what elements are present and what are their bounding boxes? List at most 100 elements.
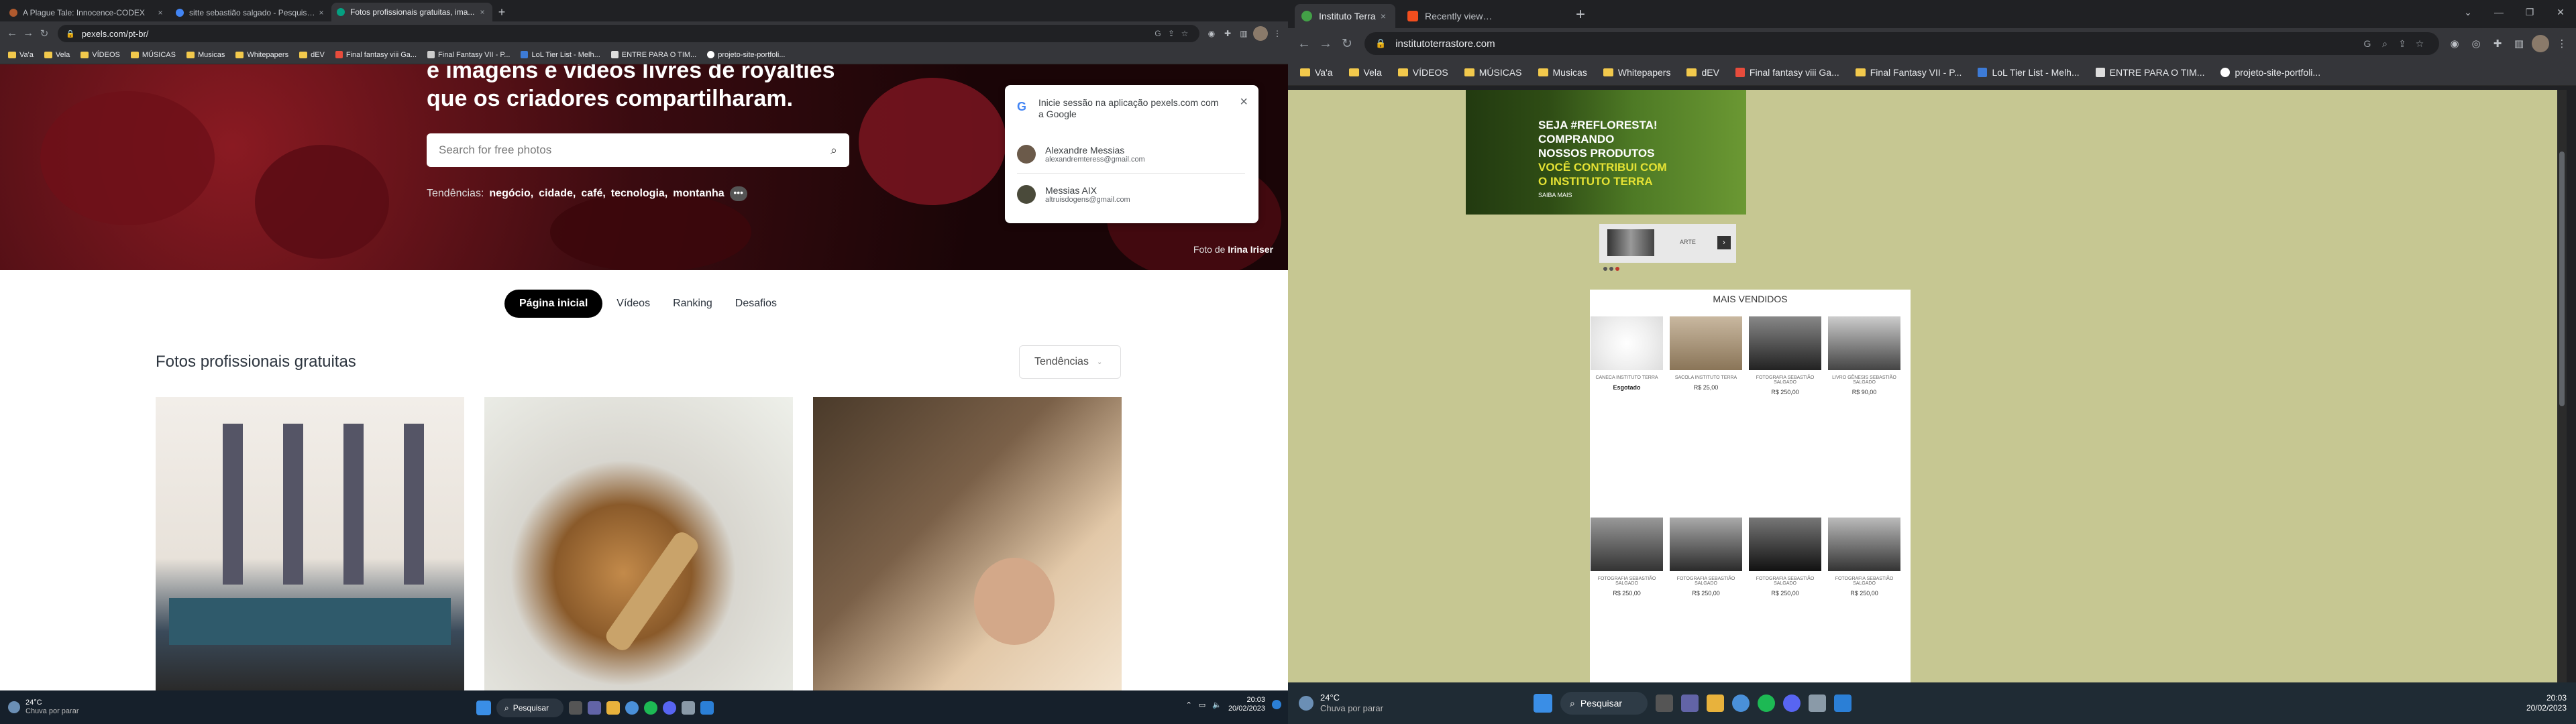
windows-start-icon[interactable]	[476, 701, 491, 715]
vscode-icon[interactable]	[1834, 695, 1851, 712]
back-icon[interactable]: ←	[4, 27, 20, 40]
product-card[interactable]: FOTOGRAFIA SEBASTIÃO SALGADO R$ 250,00	[1669, 518, 1743, 597]
back-icon[interactable]: ←	[1293, 36, 1315, 52]
lock-icon[interactable]: 🔒	[1375, 38, 1386, 49]
nav-videos[interactable]: Vídeos	[608, 290, 659, 318]
bookmark-item[interactable]: dEV	[1686, 67, 1719, 78]
nav-home[interactable]: Página inicial	[504, 290, 603, 318]
search-icon[interactable]: ⌕	[830, 143, 837, 158]
scrollbar-thumb[interactable]	[2559, 152, 2565, 406]
bookmark-item[interactable]: Vela	[1348, 67, 1382, 78]
reload-icon[interactable]: ↻	[1336, 36, 1358, 52]
search-bar[interactable]: ⌕	[427, 133, 849, 167]
spotify-icon[interactable]	[1758, 695, 1775, 712]
google-icon[interactable]: G	[2359, 38, 2376, 49]
bookmark-item[interactable]: Final fantasy viii Ga...	[1735, 67, 1839, 78]
product-card[interactable]: FOTOGRAFIA SEBASTIÃO SALGADO R$ 250,00	[1827, 518, 1901, 597]
product-card[interactable]: LIVRO GÊNESIS SEBASTIÃO SALGADO R$ 90,00	[1827, 316, 1901, 396]
saiba-mais-link[interactable]: SAIBA MAIS	[1538, 192, 1572, 198]
chrome-icon[interactable]	[1732, 695, 1750, 712]
bookmark-item[interactable]: projeto-site-portfoli...	[2220, 67, 2320, 78]
taskbar-search[interactable]: ⌕ Pesquisar	[496, 699, 564, 717]
tab-figma[interactable]: Recently viewed – Figma	[1401, 4, 1501, 28]
photo-card-building[interactable]	[156, 397, 464, 690]
task-view-icon[interactable]	[569, 701, 582, 715]
bookmark-item[interactable]: Musicas	[1538, 67, 1587, 78]
bookmark-item[interactable]: Whitepapers	[235, 51, 288, 59]
product-card[interactable]: CANECA INSTITUTO TERRA Esgotado	[1590, 316, 1664, 391]
tab-search-icon[interactable]: ⌄	[2453, 0, 2483, 28]
address-bar[interactable]: 🔒 institutoterrastore.com G ⌕ ⇪ ☆	[1364, 32, 2439, 55]
bookmark-item[interactable]: Final Fantasy VII - P...	[427, 51, 510, 59]
nav-ranking[interactable]: Ranking	[664, 290, 721, 318]
account-item[interactable]: Alexandre Messias alexandremteress@gmail.…	[1017, 135, 1245, 174]
trend-link[interactable]: montanha	[673, 188, 724, 200]
avatar[interactable]	[2532, 35, 2549, 52]
avatar[interactable]	[1253, 26, 1268, 41]
side-panel-icon[interactable]: ▥	[2510, 38, 2528, 50]
close-icon[interactable]: ×	[1240, 95, 1248, 110]
star-icon[interactable]: ☆	[1178, 29, 1191, 38]
bookmark-item[interactable]: MÚSICAS	[130, 51, 176, 59]
trend-link[interactable]: café,	[581, 188, 605, 200]
share-icon[interactable]: ⇪	[1165, 29, 1178, 38]
carousel-dot[interactable]	[1615, 267, 1619, 271]
weather-widget[interactable]: 24°C Chuva por parar	[25, 699, 79, 716]
spotify-icon[interactable]	[644, 701, 657, 715]
lock-icon[interactable]: 🔒	[66, 29, 75, 38]
share-icon[interactable]: ⇪	[2394, 38, 2411, 50]
close-icon[interactable]: ×	[317, 8, 326, 17]
product-card[interactable]: FOTOGRAFIA SEBASTIÃO SALGADO R$ 250,00	[1590, 518, 1664, 597]
tab-pexels[interactable]: Fotos profissionais gratuitas, ima... ×	[331, 3, 492, 21]
chrome-icon[interactable]	[625, 701, 639, 715]
bookmark-item[interactable]: Final fantasy viii Ga...	[335, 51, 417, 59]
teams-icon[interactable]	[588, 701, 601, 715]
credit-name[interactable]: Irina Iriser	[1228, 244, 1273, 255]
tab-plague-tale[interactable]: A Plague Tale: Innocence-CODEX ×	[4, 4, 170, 21]
bookmark-item[interactable]: LoL Tier List - Melh...	[521, 51, 600, 59]
bookmark-item[interactable]: Musicas	[186, 51, 225, 59]
settings-icon[interactable]	[1809, 695, 1826, 712]
carousel-dot[interactable]	[1603, 267, 1607, 271]
close-icon[interactable]: ×	[478, 7, 487, 17]
volume-icon[interactable]: 🔈	[1212, 701, 1222, 709]
forward-icon[interactable]: →	[20, 27, 36, 40]
side-panel-icon[interactable]: ▥	[1237, 29, 1250, 38]
tab-instituto-terra[interactable]: Instituto Terra ×	[1295, 4, 1395, 28]
vscode-icon[interactable]	[700, 701, 714, 715]
chevron-right-icon[interactable]: ›	[1717, 236, 1731, 249]
task-view-icon[interactable]	[1656, 695, 1673, 712]
chevron-up-icon[interactable]: ⌃	[1186, 701, 1192, 709]
address-bar[interactable]: 🔒 pexels.com/pt-br/ G ⇪ ☆	[58, 25, 1199, 42]
category-carousel[interactable]: ARTE ›	[1599, 224, 1736, 263]
bookmark-item[interactable]: ENTRE PARA O TIM...	[610, 51, 696, 59]
weather-icon[interactable]	[8, 701, 20, 713]
reflorestar-banner[interactable]: SEJA #REFLORESTA! COMPRANDO NOSSOS PRODU…	[1466, 90, 1746, 215]
discord-icon[interactable]	[1783, 695, 1801, 712]
weather-widget[interactable]: 24°C Chuva por parar	[1320, 692, 1383, 714]
file-explorer-icon[interactable]	[1707, 695, 1724, 712]
weather-icon[interactable]	[1299, 696, 1313, 711]
more-trends-button[interactable]: •••	[729, 186, 747, 201]
tab-google-search[interactable]: sitte sebastião salgado - Pesquisa... ×	[170, 4, 331, 21]
bookmark-item[interactable]: Va'a	[1300, 67, 1333, 78]
close-icon[interactable]: ×	[156, 8, 165, 17]
product-card[interactable]: FOTOGRAFIA SEBASTIÃO SALGADO R$ 250,00	[1748, 518, 1822, 597]
windows-start-icon[interactable]	[1534, 694, 1552, 713]
extension-icon[interactable]: ◉	[1205, 29, 1218, 38]
bookmark-item[interactable]: LoL Tier List - Melh...	[1978, 67, 2080, 78]
close-icon[interactable]: ×	[1378, 11, 1389, 21]
bookmark-item[interactable]: Vela	[44, 51, 70, 59]
notification-icon[interactable]	[1272, 700, 1281, 709]
menu-icon[interactable]: ⋮	[1271, 29, 1284, 38]
new-tab-button[interactable]: +	[492, 4, 511, 21]
star-icon[interactable]: ☆	[2411, 38, 2428, 50]
teams-icon[interactable]	[1681, 695, 1699, 712]
trend-link[interactable]: tecnologia,	[611, 188, 667, 200]
menu-icon[interactable]: ⋮	[2553, 38, 2571, 50]
carousel-dot[interactable]	[1609, 267, 1613, 271]
bookmark-item[interactable]: dEV	[299, 51, 325, 59]
trend-link[interactable]: cidade,	[539, 188, 576, 200]
file-explorer-icon[interactable]	[606, 701, 620, 715]
clock[interactable]: 20:03 20/02/2023	[2526, 693, 2567, 713]
